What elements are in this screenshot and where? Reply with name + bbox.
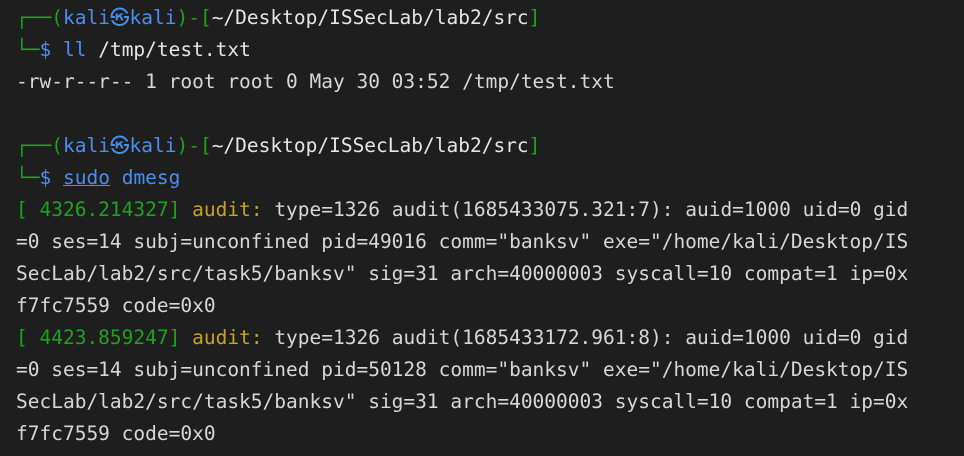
- command-name: dmesg: [121, 166, 181, 189]
- command-name: ll: [62, 38, 87, 61]
- prompt-close-bracket: ]: [528, 134, 541, 157]
- output-line: -rw-r--r-- 1 root root 0 May 30 03:52 /t…: [16, 70, 615, 93]
- prompt-line-top: ┌──(kali㉿kali)-[~/Desktop/ISSecLab/lab2/…: [16, 2, 964, 34]
- dmesg-timestamp: [ 4423.859247]: [16, 326, 181, 349]
- prompt-at-symbol: ㉿: [109, 134, 130, 157]
- dmesg-line: =0 ses=14 subj=unconfined pid=50128 comm…: [16, 358, 909, 381]
- prompt-line-top: ┌──(kali㉿kali)-[~/Desktop/ISSecLab/lab2/…: [16, 130, 964, 162]
- terminal-window[interactable]: ┌──(kali㉿kali)-[~/Desktop/ISSecLab/lab2/…: [0, 0, 964, 456]
- dmesg-line: f7fc7559 code=0x0: [16, 294, 216, 317]
- prompt-line-bottom: └─$ sudo dmesg: [16, 162, 964, 194]
- dmesg-text: type=1326 audit(1685433172.961:8): auid=…: [262, 326, 909, 349]
- dmesg-line: f7fc7559 code=0x0: [16, 422, 216, 445]
- prompt-box-top: ┌──: [16, 134, 52, 157]
- prompt-user: kali: [62, 134, 110, 157]
- prompt-host: kali: [129, 134, 177, 157]
- prompt-close-paren: ): [176, 134, 189, 157]
- prompt-at-symbol: ㉿: [109, 6, 130, 29]
- prompt-dollar: $: [39, 166, 52, 189]
- dmesg-timestamp: [ 4326.214327]: [16, 198, 181, 221]
- prompt-open-bracket: [: [199, 134, 212, 157]
- prompt-line-bottom: └─$ ll /tmp/test.txt: [16, 34, 964, 66]
- prompt-path: ~/Desktop/ISSecLab/lab2/src: [211, 134, 529, 157]
- dmesg-line: SecLab/lab2/src/task5/banksv" sig=31 arc…: [16, 262, 909, 285]
- prompt-path: ~/Desktop/ISSecLab/lab2/src: [211, 6, 529, 29]
- command-prefix: sudo: [62, 166, 110, 189]
- prompt-open-paren: (: [51, 6, 63, 29]
- dmesg-line: [ 4326.214327] audit: type=1326 audit(16…: [16, 194, 964, 226]
- command-args: /tmp/test.txt: [86, 38, 251, 61]
- dmesg-text: type=1326 audit(1685433075.321:7): auid=…: [262, 198, 909, 221]
- dmesg-label: audit:: [192, 326, 263, 349]
- dmesg-line: SecLab/lab2/src/task5/banksv" sig=31 arc…: [16, 390, 909, 413]
- dmesg-line: =0 ses=14 subj=unconfined pid=49016 comm…: [16, 230, 909, 253]
- prompt-host: kali: [129, 6, 177, 29]
- prompt-box-bottom: └─: [16, 38, 40, 61]
- prompt-dash: -: [188, 134, 200, 157]
- prompt-box-bottom: └─: [16, 166, 40, 189]
- prompt-open-paren: (: [51, 134, 63, 157]
- prompt-close-paren: ): [176, 6, 189, 29]
- prompt-box-top: ┌──: [16, 6, 52, 29]
- prompt-dollar: $: [39, 38, 52, 61]
- dmesg-label: audit:: [192, 198, 263, 221]
- prompt-close-bracket: ]: [528, 6, 541, 29]
- prompt-user: kali: [62, 6, 110, 29]
- prompt-dash: -: [188, 6, 200, 29]
- prompt-open-bracket: [: [199, 6, 212, 29]
- dmesg-line: [ 4423.859247] audit: type=1326 audit(16…: [16, 322, 964, 354]
